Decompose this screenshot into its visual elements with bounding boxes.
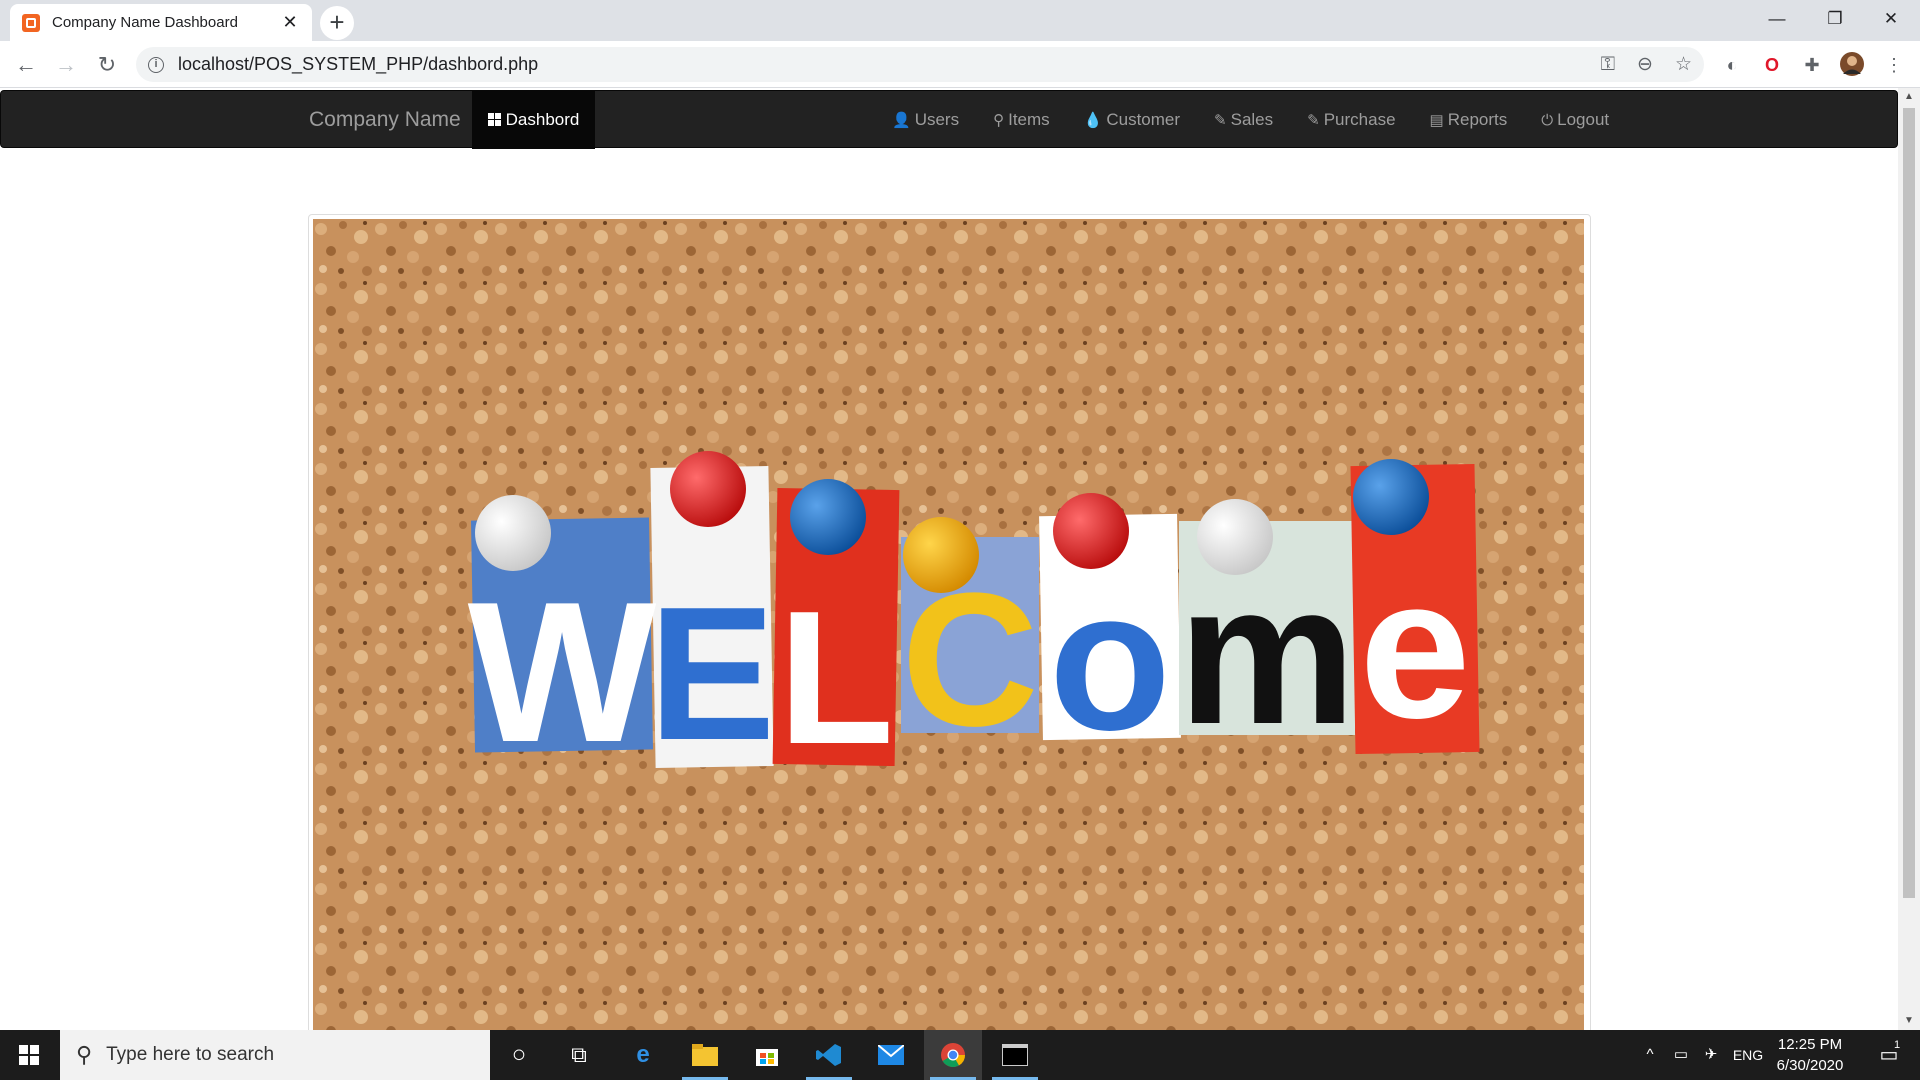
user-icon: 👤 <box>892 112 911 129</box>
yellow-pin-icon <box>903 517 979 593</box>
pencil-icon: ✎ <box>1214 112 1227 129</box>
url-text[interactable]: localhost/POS_SYSTEM_PHP/dashbord.php <box>178 54 1579 75</box>
nav-item-label: Users <box>914 110 960 129</box>
nav-item-customer[interactable]: 💧 Customer <box>1067 91 1197 149</box>
search-icon: ⚲ <box>76 1042 93 1067</box>
back-icon[interactable]: ← <box>10 49 42 81</box>
page-viewport: Company Name Dashbord 👤 Users ⚲ Items 💧 Cus… <box>0 88 1898 1030</box>
letter-l: L <box>778 572 894 784</box>
nav-item-label: Items <box>1008 110 1050 129</box>
letter-m: m <box>1178 543 1356 766</box>
scroll-down-arrow-icon[interactable]: ▼ <box>1898 1012 1920 1030</box>
microsoft-store-icon[interactable] <box>738 1030 796 1080</box>
letter-e2: e <box>1359 537 1470 760</box>
nav-item-items[interactable]: ⚲ Items <box>976 91 1067 149</box>
file-explorer-icon[interactable] <box>676 1030 734 1080</box>
dashboard-icon <box>487 113 501 126</box>
nav-item-users[interactable]: 👤 Users <box>875 91 976 149</box>
nav-item-purchase[interactable]: ✎ Purchase <box>1290 91 1412 149</box>
clock-date: 6/30/2020 <box>1776 1057 1844 1074</box>
windows-logo-icon <box>19 1045 39 1065</box>
tab-close-icon[interactable]: ✕ <box>280 12 300 33</box>
welcome-corkboard-image: W E L C o m e <box>313 219 1584 1030</box>
letter-e: E <box>649 568 776 780</box>
system-clock[interactable]: 12:25 PM 6/30/2020 <box>1762 1034 1858 1076</box>
nav-item-label: Logout <box>1557 110 1610 129</box>
tab-title: Company Name Dashboard <box>52 14 238 31</box>
terminal-icon[interactable] <box>986 1030 1044 1080</box>
chrome-icon[interactable] <box>924 1030 982 1080</box>
nav-item-label: Customer <box>1106 110 1181 129</box>
key-icon[interactable]: ⚿ <box>1601 54 1615 76</box>
windows-taskbar: ⚲ Type here to search ○ ⧉ e ^ ▭ ✈ ENG 12… <box>0 1030 1920 1080</box>
dark-mode-extension-icon[interactable]: ◐ <box>1718 51 1746 79</box>
white-pin-icon <box>1197 499 1273 575</box>
restore-button[interactable]: ❐ <box>1806 0 1864 41</box>
opera-extension-icon[interactable]: O <box>1758 51 1786 79</box>
taskbar-search-box[interactable]: ⚲ Type here to search <box>60 1030 490 1080</box>
forward-icon[interactable]: → <box>50 49 82 81</box>
address-bar[interactable]: i localhost/POS_SYSTEM_PHP/dashbord.php … <box>136 47 1704 82</box>
page-scrollbar[interactable]: ▲ ▼ <box>1898 88 1920 1030</box>
map-marker-icon: ⚲ <box>993 112 1005 129</box>
airplane-mode-icon[interactable]: ✈ <box>1696 1030 1726 1080</box>
notification-count-badge: 1 <box>1894 1039 1901 1051</box>
tint-icon: 💧 <box>1083 112 1103 129</box>
clock-time: 12:25 PM <box>1777 1036 1843 1053</box>
red-pin-icon <box>1053 493 1129 569</box>
nav-item-dashboard-label: Dashbord <box>505 110 580 129</box>
start-button[interactable] <box>0 1030 58 1080</box>
white-pin-icon <box>475 495 551 571</box>
profile-avatar[interactable] <box>1838 51 1866 79</box>
edge-browser-icon[interactable]: e <box>614 1030 672 1080</box>
power-off-icon: ⏻ <box>1541 112 1554 129</box>
scrollbar-thumb[interactable] <box>1903 108 1915 898</box>
browser-tab-strip: Company Name Dashboard ✕ + — ❐ ✕ <box>0 0 1920 41</box>
site-info-icon[interactable]: i <box>148 56 164 73</box>
task-view-icon[interactable]: ⧉ <box>550 1030 608 1080</box>
show-hidden-icons-icon[interactable]: ^ <box>1636 1030 1664 1080</box>
nav-item-label: Sales <box>1230 110 1274 129</box>
zoom-icon[interactable]: ⊖ <box>1637 53 1653 76</box>
browser-tab[interactable]: Company Name Dashboard ✕ <box>10 4 312 41</box>
reload-icon[interactable]: ↻ <box>91 49 123 81</box>
letter-w: W <box>468 561 657 784</box>
xampp-favicon-icon <box>22 13 40 32</box>
red-pin-icon <box>670 451 746 527</box>
vscode-icon[interactable] <box>800 1030 858 1080</box>
browser-toolbar: ← → ↻ i localhost/POS_SYSTEM_PHP/dashbor… <box>0 41 1920 88</box>
close-window-button[interactable]: ✕ <box>1862 0 1920 41</box>
nav-item-label: Purchase <box>1323 110 1396 129</box>
top-navbar: Company Name Dashbord 👤 Users ⚲ Items 💧 Cus… <box>0 90 1898 149</box>
mail-icon[interactable] <box>862 1030 920 1080</box>
browser-menu-icon[interactable]: ⋮ <box>1880 51 1908 79</box>
blue-pin-icon <box>1353 459 1429 535</box>
blue-pin-icon <box>790 479 866 555</box>
welcome-image-thumbnail: W E L C o m e <box>308 214 1591 1030</box>
list-alt-icon: ▤ <box>1429 112 1444 129</box>
search-placeholder: Type here to search <box>106 1044 275 1065</box>
nav-item-label: Reports <box>1447 110 1508 129</box>
minimize-button[interactable]: — <box>1748 0 1806 41</box>
navbar-menu: 👤 Users ⚲ Items 💧 Customer ✎ Sales ✎ Purchase… <box>875 91 1626 149</box>
cortana-icon[interactable]: ○ <box>490 1030 548 1080</box>
letter-o: o <box>1049 549 1171 772</box>
navbar-brand[interactable]: Company Name <box>309 91 461 149</box>
nav-item-logout[interactable]: ⏻ Logout <box>1524 91 1626 149</box>
battery-icon[interactable]: ▭ <box>1666 1030 1696 1080</box>
scroll-up-arrow-icon[interactable]: ▲ <box>1898 88 1920 106</box>
bookmark-star-icon[interactable]: ☆ <box>1675 53 1692 76</box>
nav-item-sales[interactable]: ✎ Sales <box>1197 91 1290 149</box>
nav-item-reports[interactable]: ▤ Reports <box>1413 91 1525 149</box>
extensions-puzzle-icon[interactable]: ✚ <box>1798 51 1826 79</box>
action-center-icon[interactable]: ▭ 1 <box>1866 1030 1912 1080</box>
pencil-icon: ✎ <box>1307 112 1320 129</box>
nav-item-dashboard[interactable]: Dashbord <box>472 91 595 149</box>
new-tab-button[interactable]: + <box>320 6 354 40</box>
